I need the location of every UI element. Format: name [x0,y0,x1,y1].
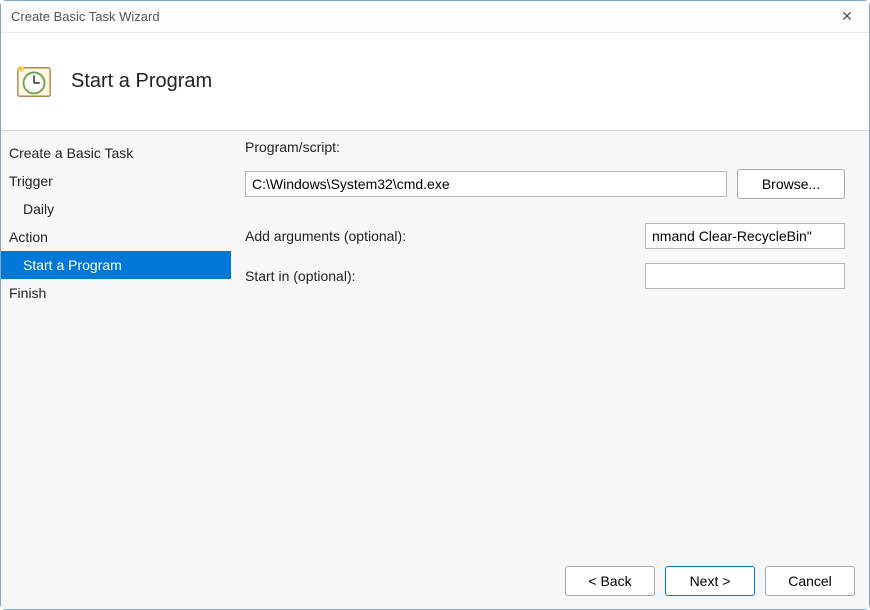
wizard-body: Create a Basic Task Trigger Daily Action… [1,131,869,553]
next-button[interactable]: Next > [665,566,755,596]
wizard-sidebar: Create a Basic Task Trigger Daily Action… [1,131,231,553]
sidebar-item-action[interactable]: Action [1,223,231,251]
sidebar-item-label: Action [9,229,48,245]
close-icon[interactable]: ✕ [835,8,859,25]
page-title: Start a Program [71,70,212,93]
titlebar: Create Basic Task Wizard ✕ [1,1,869,33]
sidebar-item-daily[interactable]: Daily [1,195,231,223]
sidebar-item-label: Finish [9,285,46,301]
browse-button[interactable]: Browse... [737,169,845,199]
wizard-content: Program/script: Browse... Add arguments … [231,131,869,553]
wizard-header: Start a Program [1,33,869,131]
start-in-label: Start in (optional): [245,268,645,284]
cancel-button[interactable]: Cancel [765,566,855,596]
program-script-input[interactable] [245,171,727,197]
window-title: Create Basic Task Wizard [11,9,835,24]
sidebar-item-trigger[interactable]: Trigger [1,167,231,195]
back-button[interactable]: < Back [565,566,655,596]
sidebar-item-create-basic-task[interactable]: Create a Basic Task [1,139,231,167]
program-script-label: Program/script: [245,139,340,155]
sidebar-item-label: Trigger [9,173,53,189]
scheduler-icon [15,63,53,101]
wizard-footer: < Back Next > Cancel [1,553,869,609]
sidebar-item-label: Create a Basic Task [9,145,133,161]
sidebar-item-start-a-program[interactable]: Start a Program [1,251,231,279]
sidebar-item-label: Daily [23,201,54,217]
arguments-label: Add arguments (optional): [245,228,645,244]
sidebar-item-finish[interactable]: Finish [1,279,231,307]
arguments-input[interactable] [645,223,845,249]
start-in-input[interactable] [645,263,845,289]
sidebar-item-label: Start a Program [23,257,122,273]
